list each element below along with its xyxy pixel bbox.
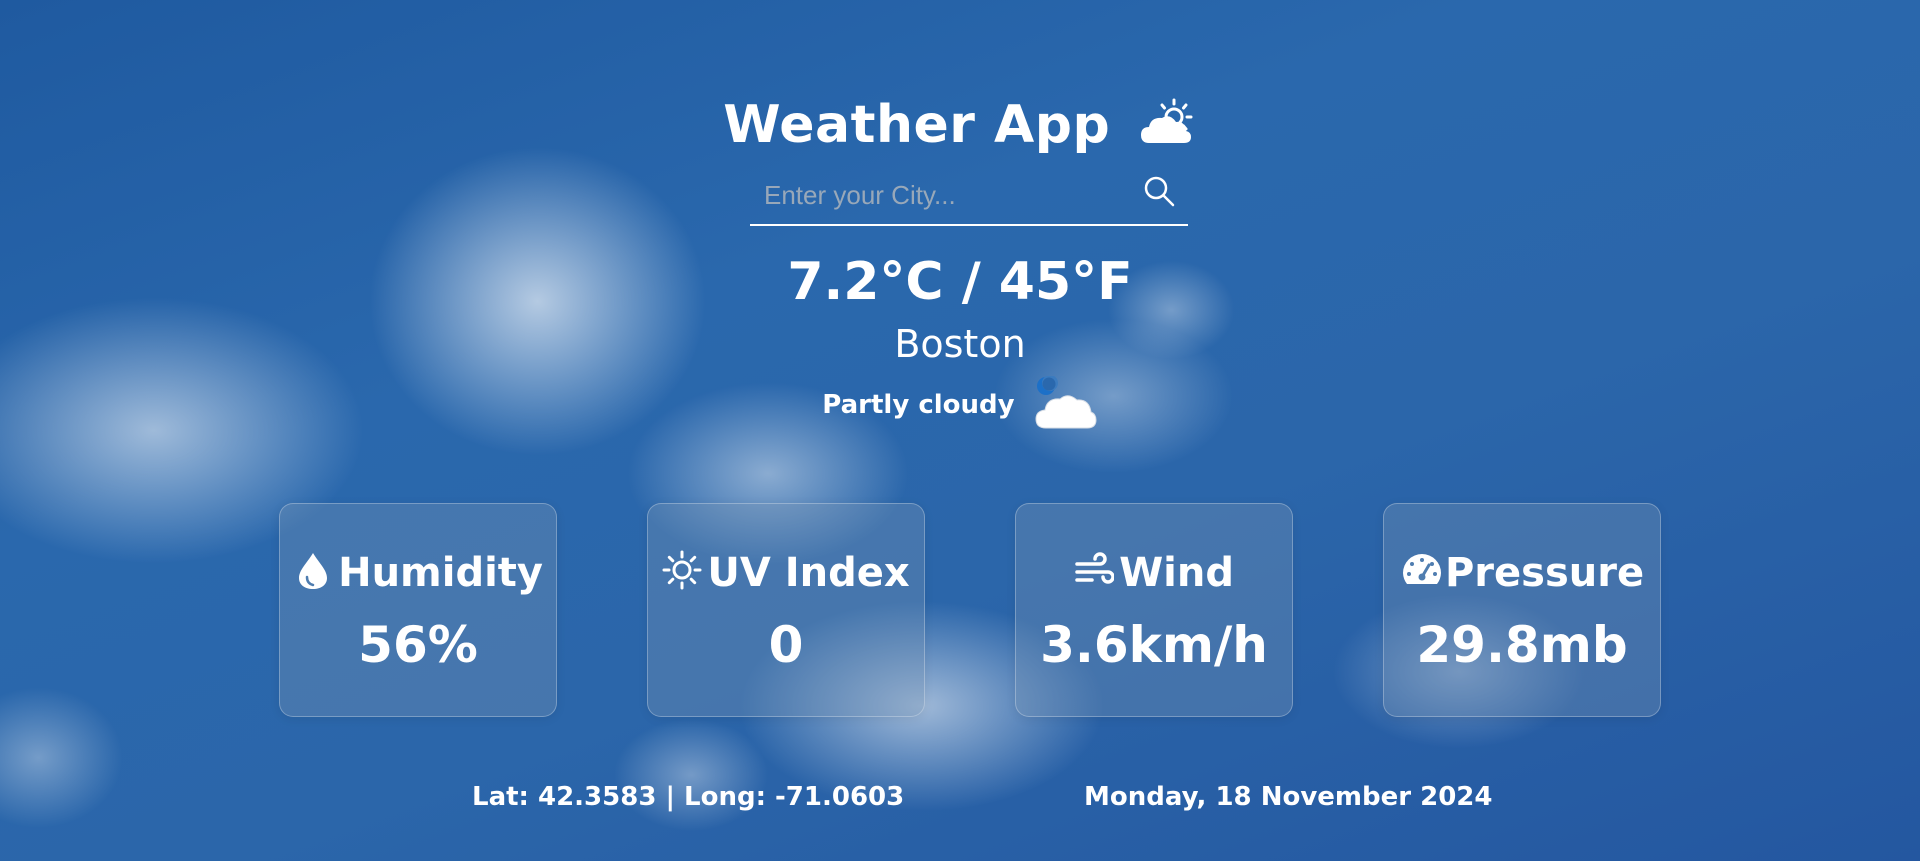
temperature-reading: 7.2°C / 45°F: [787, 252, 1133, 312]
card-header: UV Index: [648, 550, 924, 596]
humidity-card: Humidity 56%: [279, 503, 557, 717]
search-button[interactable]: [1142, 174, 1178, 210]
card-value: 0: [768, 616, 804, 674]
card-value: 29.8mb: [1416, 616, 1628, 674]
card-label: Humidity: [338, 550, 543, 596]
search-icon: [1144, 176, 1175, 207]
weather-stats: Humidity 56% UV Index 0 Wind 3.6km/h Pre…: [279, 503, 1661, 717]
coordinates: Lat: 42.3583 | Long: -71.0603: [472, 782, 905, 812]
droplet-icon: [293, 550, 333, 590]
card-label: UV Index: [707, 550, 910, 596]
city-name: Boston: [894, 322, 1026, 366]
gauge-icon: [1400, 550, 1441, 590]
card-header: Wind: [1016, 550, 1292, 596]
wind-icon: [1074, 550, 1115, 590]
sun-icon: [662, 550, 702, 590]
sun-behind-cloud-icon: [1139, 97, 1197, 147]
moon-cloud-icon: [1032, 375, 1098, 434]
app-header: Weather App: [0, 95, 1920, 155]
current-date: Monday, 18 November 2024: [1084, 782, 1493, 812]
card-value: 3.6km/h: [1040, 616, 1268, 674]
weather-condition: Partly cloudy: [0, 375, 1920, 434]
card-label: Wind: [1119, 550, 1235, 596]
search-bar: [750, 170, 1188, 226]
search-input[interactable]: [762, 176, 1126, 214]
app-title: Weather App: [723, 94, 1111, 155]
wind-card: Wind 3.6km/h: [1015, 503, 1293, 717]
pressure-card: Pressure 29.8mb: [1383, 503, 1661, 717]
card-label: Pressure: [1444, 550, 1645, 596]
condition-text: Partly cloudy: [822, 390, 1015, 420]
card-header: Humidity: [280, 550, 556, 596]
uv-index-card: UV Index 0: [647, 503, 925, 717]
card-value: 56%: [358, 616, 478, 674]
card-header: Pressure: [1384, 550, 1660, 596]
